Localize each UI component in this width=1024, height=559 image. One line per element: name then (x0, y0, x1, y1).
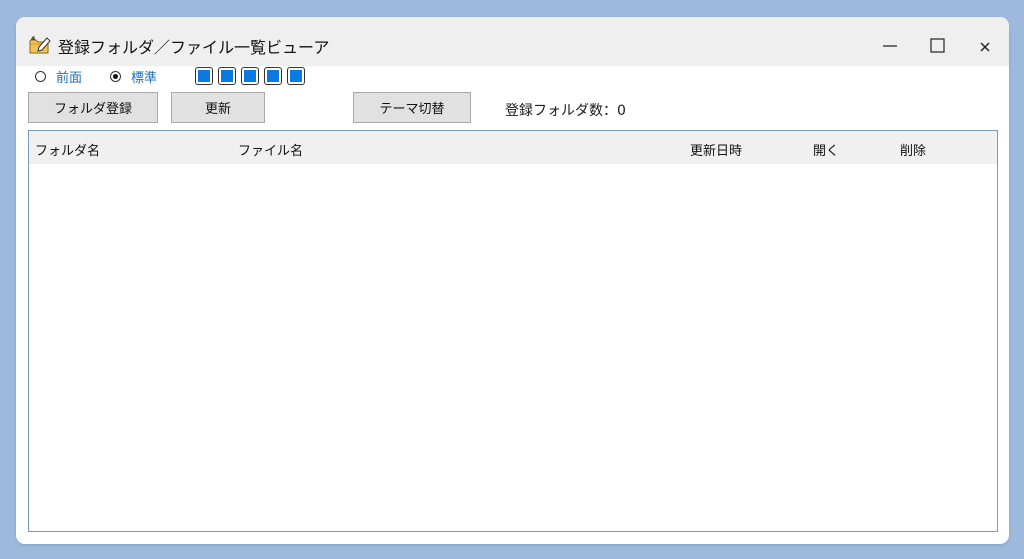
folder-count-label: 登録フォルダ数：0 (505, 103, 626, 119)
radio-front[interactable]: 前面 (35, 67, 82, 86)
window-title: 登録フォルダ／ファイル一覧ビューア (58, 38, 330, 57)
color-swatch-2[interactable] (218, 67, 236, 85)
maximize-icon[interactable] (922, 33, 952, 59)
folder-pencil-icon (29, 36, 51, 54)
radio-standard[interactable]: 標準 (110, 67, 157, 86)
file-list-view[interactable]: フォルダ名 ファイル名 更新日時 開く 削除 (28, 130, 998, 532)
column-header-updated[interactable]: 更新日時 (690, 140, 742, 159)
close-icon[interactable] (970, 33, 1000, 59)
title-bar[interactable]: 登録フォルダ／ファイル一覧ビューア (16, 17, 1009, 66)
column-header-folder[interactable]: フォルダ名 (35, 140, 100, 159)
column-header-delete[interactable]: 削除 (900, 140, 926, 159)
color-swatch-4[interactable] (264, 67, 282, 85)
app-window: 登録フォルダ／ファイル一覧ビューア 前面 標準 フォルダ登録 更新 テーマ切替 … (16, 17, 1009, 544)
refresh-button[interactable]: 更新 (171, 92, 265, 123)
register-folder-button[interactable]: フォルダ登録 (28, 92, 158, 123)
color-swatch-1[interactable] (195, 67, 213, 85)
column-header-open[interactable]: 開く (813, 140, 839, 159)
color-swatches (195, 67, 305, 85)
radio-front-circle[interactable] (35, 70, 46, 82)
radio-standard-label[interactable]: 標準 (131, 67, 157, 86)
radio-standard-circle[interactable] (110, 70, 121, 82)
theme-toggle-button[interactable]: テーマ切替 (353, 92, 471, 123)
list-header: フォルダ名 ファイル名 更新日時 開く 削除 (29, 131, 997, 164)
color-swatch-5[interactable] (287, 67, 305, 85)
column-header-file[interactable]: ファイル名 (238, 140, 303, 159)
color-swatch-3[interactable] (241, 67, 259, 85)
radio-front-label[interactable]: 前面 (56, 67, 82, 86)
minimize-icon[interactable] (875, 33, 905, 59)
